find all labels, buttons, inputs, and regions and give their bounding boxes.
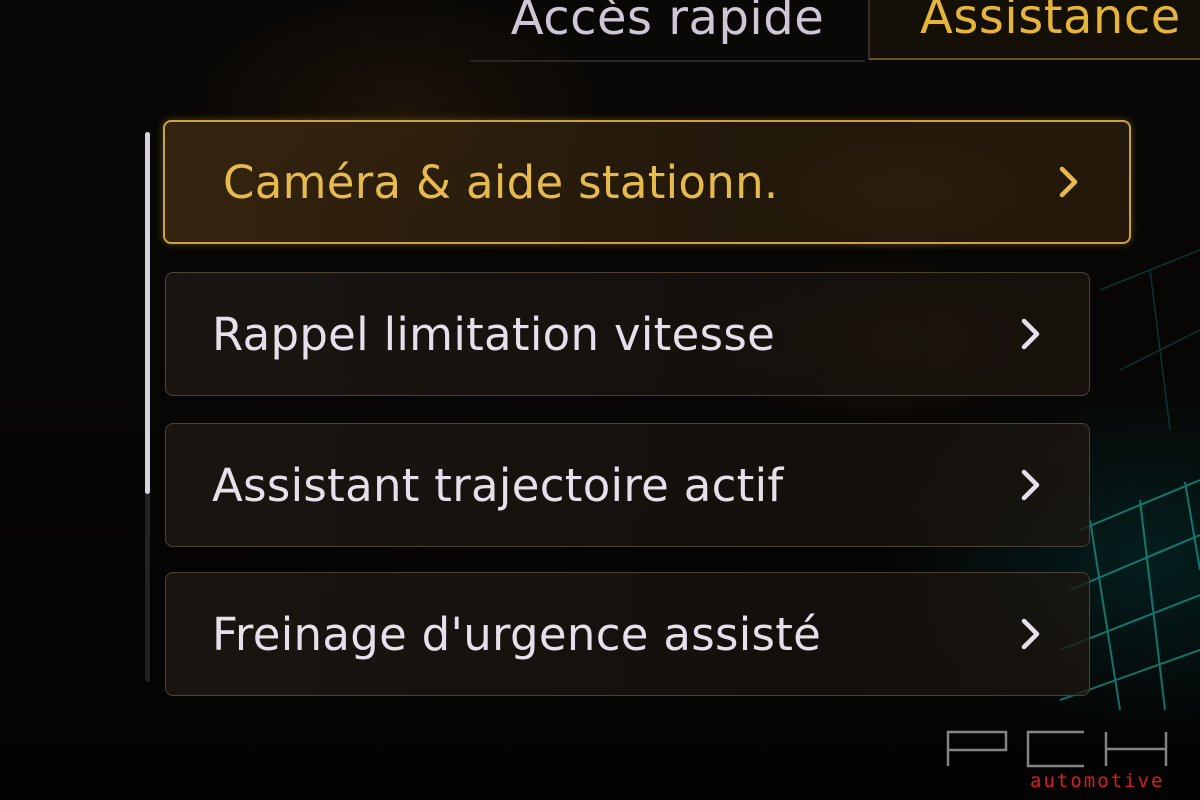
chevron-right-icon	[1011, 614, 1051, 654]
watermark-logo: automotive	[944, 726, 1190, 792]
menu-item-label: Caméra & aide stationn.	[223, 155, 779, 209]
menu-item-speed-limit-reminder[interactable]: Rappel limitation vitesse	[165, 272, 1090, 396]
chevron-right-icon	[1011, 465, 1051, 505]
menu-item-camera-parking[interactable]: Caméra & aide stationn.	[163, 120, 1131, 244]
menu-item-label: Assistant trajectoire actif	[212, 458, 784, 512]
watermark-word: automotive	[1030, 770, 1165, 792]
menu-item-emergency-braking[interactable]: Freinage d'urgence assisté	[165, 572, 1090, 696]
chevron-right-icon	[1049, 162, 1089, 202]
tab-label: Assistance	[920, 0, 1181, 45]
chevron-right-icon	[1011, 314, 1051, 354]
tab-label: Accès rapide	[510, 0, 825, 46]
infotainment-screen: Accès rapide Assistance Caméra & aide st…	[0, 0, 1200, 800]
menu-item-active-lane-assist[interactable]: Assistant trajectoire actif	[165, 423, 1090, 547]
tab-assistance[interactable]: Assistance	[868, 0, 1200, 60]
scrollbar-thumb[interactable]	[145, 132, 150, 494]
tab-quick-access[interactable]: Accès rapide	[470, 0, 865, 62]
scrollbar[interactable]	[145, 132, 150, 682]
menu-item-label: Freinage d'urgence assisté	[212, 607, 822, 661]
menu-item-label: Rappel limitation vitesse	[212, 307, 776, 361]
pch-logo-mark	[946, 730, 1168, 768]
